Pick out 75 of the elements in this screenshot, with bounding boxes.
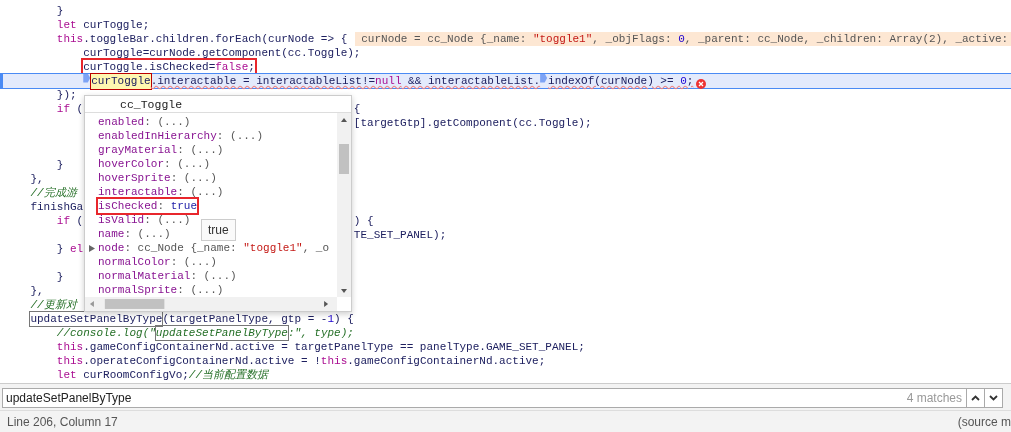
property-item[interactable]: normalColor: (...) — [98, 255, 217, 269]
code-token: //更新对 — [30, 298, 77, 312]
cursor-position: Line 206, Column 17 — [7, 413, 118, 431]
code-token: curToggle.isChecked= — [83, 60, 216, 74]
property-item[interactable]: grayMaterial: (...) — [98, 143, 224, 157]
source-link[interactable]: (source m — [957, 412, 1011, 431]
code-token: curToggle=curNode.getComponent(cc.Toggle); — [83, 46, 361, 60]
code-token: ; — [686, 73, 694, 89]
code-token: this — [56, 340, 84, 354]
code-token: let — [56, 18, 77, 32]
code-token: ; — [248, 60, 255, 74]
code-token: } — [56, 242, 65, 256]
code-token: .operateConfigContainerNd.active = ! — [83, 354, 321, 368]
code-token: && interactableList. — [407, 73, 541, 89]
property-item[interactable]: enabled: (...) — [98, 115, 191, 129]
property-item[interactable]: name: (...) — [98, 227, 171, 241]
property-item[interactable]: isChecked: true — [98, 199, 198, 213]
code-token: .toggleBar.children.forEach(curNode => { — [83, 32, 348, 46]
code-token: curToggle — [91, 73, 151, 89]
search-field[interactable]: updateSetPanelByType 4 matches — [2, 388, 1003, 408]
breakpoint-marker-icon[interactable] — [540, 73, 548, 83]
code-token: if — [56, 102, 70, 116]
code-token: .gameConfigContainerNd.active; — [347, 354, 546, 368]
code-token: } — [56, 4, 64, 18]
property-item[interactable]: normalMaterial: (...) — [98, 269, 237, 283]
breakpoint-marker-icon[interactable] — [83, 73, 91, 83]
code-token: curRoomConfigVo; — [82, 368, 189, 382]
property-item[interactable]: node: cc_Node {_name: "toggle1", _o — [98, 241, 330, 255]
property-item[interactable]: enabledInHierarchy: (...) — [98, 129, 264, 143]
code-token: indexOf(curNode) >= — [548, 73, 675, 89]
code-token: ) { — [353, 214, 374, 228]
property-item[interactable]: isValid: (...) — [98, 213, 191, 227]
value-tooltip: true — [201, 219, 236, 241]
code-token: ( — [75, 214, 84, 228]
code-token: //完成游 — [30, 186, 77, 200]
chevron-up-icon — [971, 395, 980, 401]
code-token: { — [353, 102, 361, 116]
code-token: 1 — [327, 312, 335, 326]
code-token: }, — [30, 172, 44, 186]
code-token: this — [320, 354, 348, 368]
code-token: TE_SET_PANEL); — [353, 228, 447, 242]
code-token: }, — [30, 284, 44, 298]
property-item[interactable]: hoverColor: (...) — [98, 157, 211, 171]
code-token: ) { — [334, 312, 354, 326]
code-token: //当前配置数据 — [188, 368, 269, 382]
code-token: } — [56, 158, 64, 172]
code-token: el — [70, 242, 84, 256]
horizontal-scrollbar[interactable] — [85, 297, 337, 311]
property-item[interactable]: hoverSprite: (...) — [98, 171, 217, 185]
vertical-scrollbar[interactable] — [337, 113, 351, 297]
code-token: this — [56, 354, 84, 368]
code-token: 0 — [680, 73, 687, 89]
code-token: updateSetPanelByType — [30, 312, 163, 326]
code-token: updateSetPanelByType — [155, 326, 288, 340]
code-token: .gameConfigContainerNd.active = targetPanelType == panelType.GAME_SET_PANEL; — [83, 340, 585, 354]
code-token: let — [56, 368, 77, 382]
code-token: false — [215, 60, 249, 74]
code-token: } — [56, 270, 64, 284]
chevron-down-icon — [989, 395, 998, 401]
code-token: [targetGtp].getComponent(cc.Toggle); — [353, 116, 592, 130]
code-token: .interactable = interactableList!= — [150, 73, 376, 89]
code-token: this — [56, 32, 84, 46]
code-token: ( — [75, 102, 84, 116]
code-token: curToggle; — [82, 18, 150, 32]
match-count: 4 matches — [906, 390, 963, 407]
property-item[interactable]: interactable: (...) — [98, 185, 224, 199]
error-icon — [696, 78, 707, 89]
property-item[interactable]: normalSprite: (...) — [98, 283, 224, 297]
inline-value: curNode = cc_Node {_name: "toggle1", _objFlags: 0, _parent: cc_Node, _children: Array(2), _active: — [355, 32, 1011, 46]
popover-title: cc_Toggle — [120, 98, 183, 111]
code-token: null — [375, 73, 402, 89]
code-token: :", type); — [287, 326, 354, 340]
code-token: }); — [56, 88, 77, 102]
code-token: if — [56, 214, 70, 228]
code-token: finishGa — [30, 200, 84, 214]
